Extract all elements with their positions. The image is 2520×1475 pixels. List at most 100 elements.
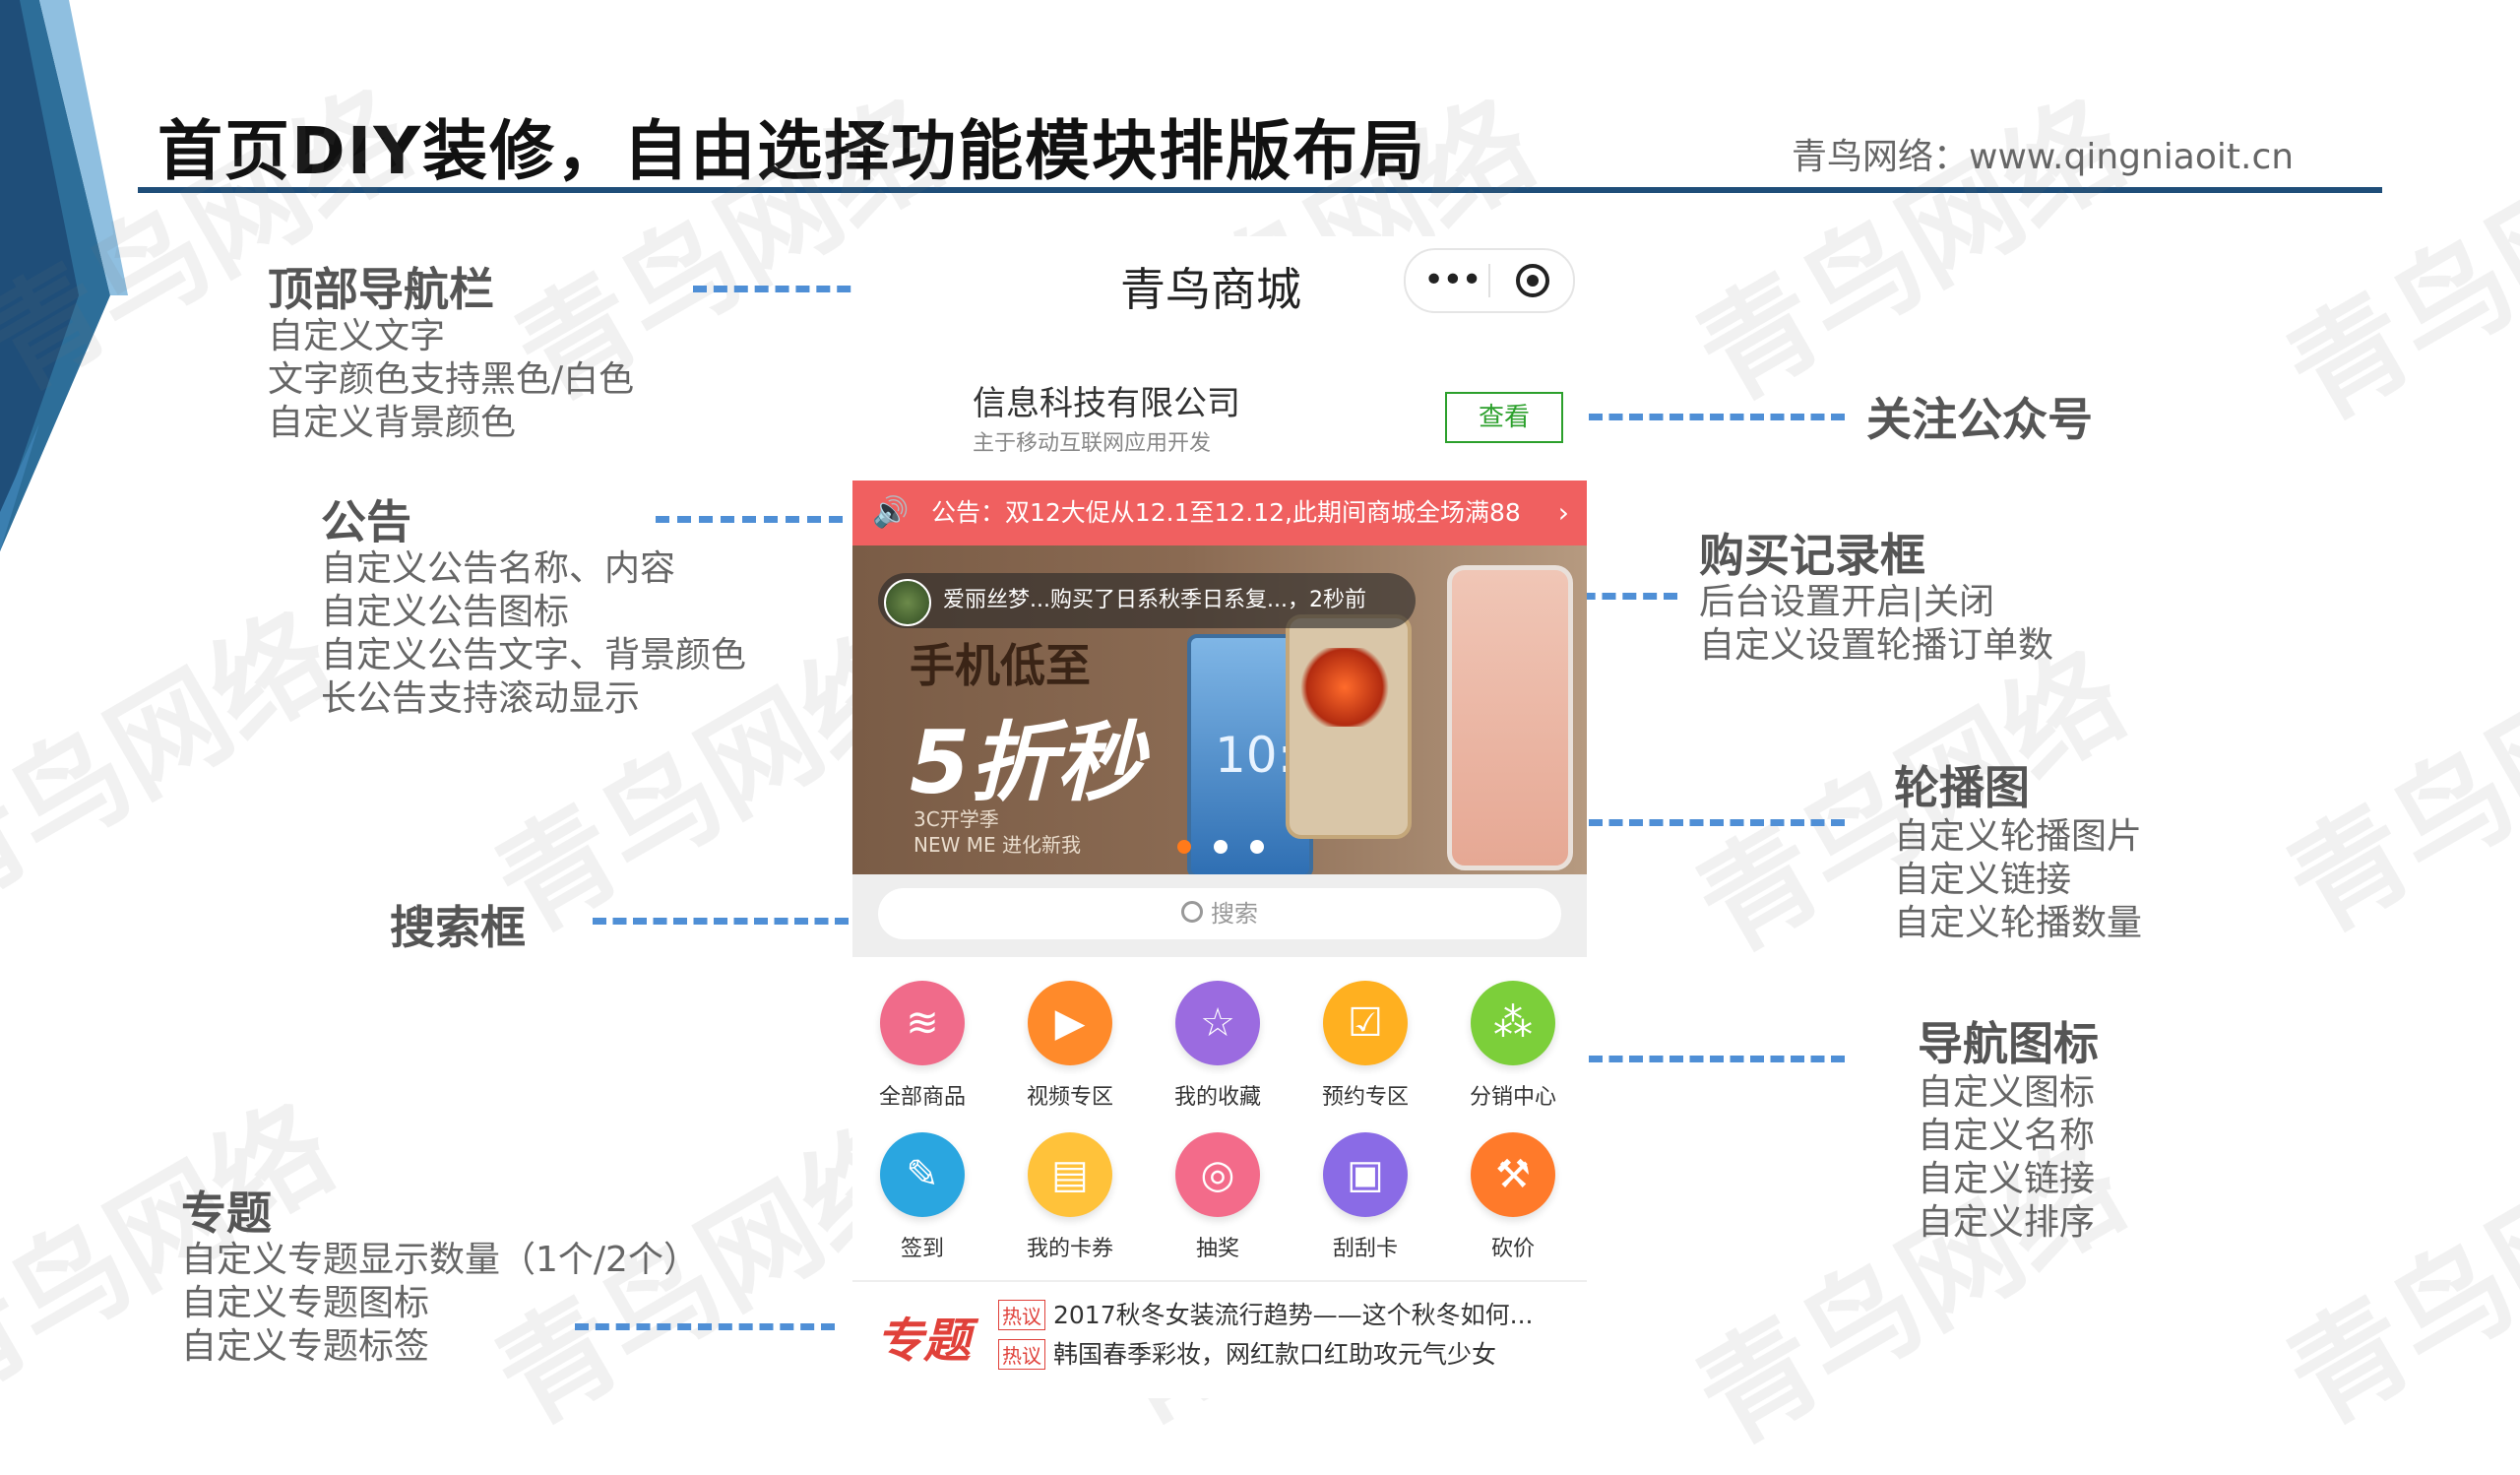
topic-item[interactable]: 热议 2017秋冬女装流行趋势——这个秋冬如何... [998,1296,1533,1331]
search-icon [1181,901,1203,923]
notice-bar[interactable]: 🔊 公告：双12大促从12.1至12.12,此期间商城全场满88 › [852,481,1587,545]
purchase-text: 爱丽丝梦...购买了日系秋季日系复...，2秒前 [943,588,1366,612]
header-divider [138,187,2382,193]
nav-icon-item[interactable]: ▤ 我的卡券 [996,1132,1144,1262]
product-phone-image [1447,565,1573,870]
nav-icon-label: 刮刮卡 [1332,1237,1398,1261]
flower-image [1295,648,1394,727]
connector-notice [656,516,843,523]
search-input[interactable]: 搜索 [878,888,1561,939]
carousel-dot[interactable] [1214,840,1228,854]
annotation-purchase-line: 自定义设置轮播订单数 [1699,625,2054,666]
annotation-notice-title: 公告 [321,495,411,548]
topic-item[interactable]: 热议 韩国春季彩妆，网红款口红助攻元气少女 [998,1335,1496,1371]
annotation-navicons-line: 自定义链接 [1918,1159,2096,1199]
more-icon[interactable]: ••• [1423,260,1482,300]
topic-tag: 热议 [998,1339,1045,1370]
nav-icon-item[interactable]: ✎ 签到 [849,1132,996,1262]
annotation-topnav-title: 顶部导航栏 [268,263,494,316]
nav-icon-item[interactable]: ▣ 刮刮卡 [1292,1132,1439,1262]
banner-line: 手机低至 [910,639,1091,692]
nav-icon-item[interactable]: ☑ 预约专区 [1292,981,1439,1111]
annotation-notice-line: 长公告支持滚动显示 [321,678,641,719]
layers-icon: ≋ [880,981,965,1065]
banner-line: 3C开学季 [914,807,999,831]
nav-title: 青鸟商城 [1120,263,1301,316]
nav-icon-label: 预约专区 [1321,1085,1409,1110]
topic-tag: 热议 [998,1300,1045,1330]
watermark: 青鸟网络 [2266,1099,2520,1450]
follow-button[interactable]: 查看 [1445,392,1563,443]
annotation-purchase-line: 后台设置开启|关闭 [1699,582,1995,622]
annotation-notice-line: 自定义公告文字、背景颜色 [321,635,747,675]
search-placeholder: 搜索 [1211,900,1258,928]
annotation-carousel-line: 自定义链接 [1894,860,2072,900]
annotation-carousel-line: 自定义轮播数量 [1894,903,2143,943]
annotation-topnav-line: 自定义背景颜色 [268,403,517,443]
annotation-purchase-title: 购买记录框 [1699,529,1925,582]
annotation-topnav-line: 文字颜色支持黑色/白色 [268,359,635,400]
site-credit: 青鸟网络：www.qingniaoit.cn [1792,137,2295,177]
target-icon[interactable] [1516,264,1549,297]
nav-icon-label: 视频专区 [1026,1085,1113,1110]
speaker-icon: 🔊 [872,495,910,530]
annotation-topic-title: 专题 [181,1186,272,1240]
connector-navicons [1589,1056,1845,1062]
nav-icon-label: 签到 [900,1237,944,1261]
watermark: 青鸟网络 [1675,75,2147,426]
connector-search [593,918,849,925]
watermark: 青鸟网络 [2266,607,2520,958]
scratch-icon: ▣ [1323,1132,1408,1217]
banner-line: NEW ME 进化新我 [914,833,1081,857]
annotation-navicons-line: 自定义名称 [1918,1116,2096,1156]
annotation-navicons-line: 自定义排序 [1918,1202,2096,1243]
annotation-search-title: 搜索框 [390,901,526,954]
nav-icon-item[interactable]: ◎ 抽奖 [1144,1132,1292,1262]
carousel-dot[interactable] [1250,840,1265,854]
nav-icon-item[interactable]: ▶ 视频专区 [996,981,1144,1111]
calendar-icon: ☑ [1323,981,1408,1065]
page-title: 首页DIY装修，自由选择功能模块排版布局 [158,113,1427,189]
annotation-notice-line: 自定义公告名称、内容 [321,548,676,589]
topic-text: 2017秋冬女装流行趋势——这个秋冬如何... [1053,1301,1534,1329]
nav-icon-item[interactable]: ⁂ 分销中心 [1439,981,1587,1111]
nav-icon-label: 全部商品 [878,1085,966,1110]
wheel-icon: ◎ [1175,1132,1260,1217]
annotation-notice-line: 自定义公告图标 [321,592,570,632]
annotation-carousel-title: 轮播图 [1894,761,2030,814]
annotation-topnav-line: 自定义文字 [268,316,446,356]
annotation-topic-line: 自定义专题图标 [181,1283,430,1323]
connector-carousel [1589,819,1845,826]
avatar [884,579,931,626]
pen-icon: ✎ [880,1132,965,1217]
nav-icon-item[interactable]: ≋ 全部商品 [849,981,996,1111]
annotation-follow-title: 关注公众号 [1866,393,2093,446]
purchase-record-popup: 爱丽丝梦...购买了日系秋季日系复...，2秒前 [878,573,1416,628]
carousel-dots[interactable] [1177,839,1282,858]
topic-logo: 专题 [876,1314,972,1369]
card-icon: ▤ [1028,1132,1112,1217]
product-phone-image [1286,614,1412,839]
connector-follow [1589,414,1845,420]
connector-topic [575,1323,835,1330]
chevron-right-icon[interactable]: › [1558,481,1569,545]
annotation-navicons-line: 自定义图标 [1918,1072,2096,1113]
carousel-dot[interactable] [1177,840,1191,854]
annotation-navicons-title: 导航图标 [1918,1017,2099,1070]
banner-line: 5折秒 [910,712,1144,813]
network-icon: ⁂ [1471,981,1555,1065]
topic-text: 韩国春季彩妆，网红款口红助攻元气少女 [1053,1340,1497,1369]
hammer-icon: ⚒ [1471,1132,1555,1217]
annotation-carousel-line: 自定义轮播图片 [1894,816,2143,857]
capsule-divider [1488,264,1490,297]
nav-icon-item[interactable]: ☆ 我的收藏 [1144,981,1292,1111]
star-icon: ☆ [1175,981,1260,1065]
company-name: 信息科技有限公司 [973,384,1240,423]
decorative-chevron [0,0,128,551]
annotation-topic-line: 自定义专题标签 [181,1326,430,1367]
annotation-topic-line: 自定义专题显示数量（1个/2个） [181,1240,699,1280]
nav-icon-label: 砍价 [1490,1237,1535,1261]
menu-capsule[interactable]: ••• [1404,248,1575,313]
nav-icon-item[interactable]: ⚒ 砍价 [1439,1132,1587,1262]
company-desc: 主于移动互联网应用开发 [973,431,1212,456]
